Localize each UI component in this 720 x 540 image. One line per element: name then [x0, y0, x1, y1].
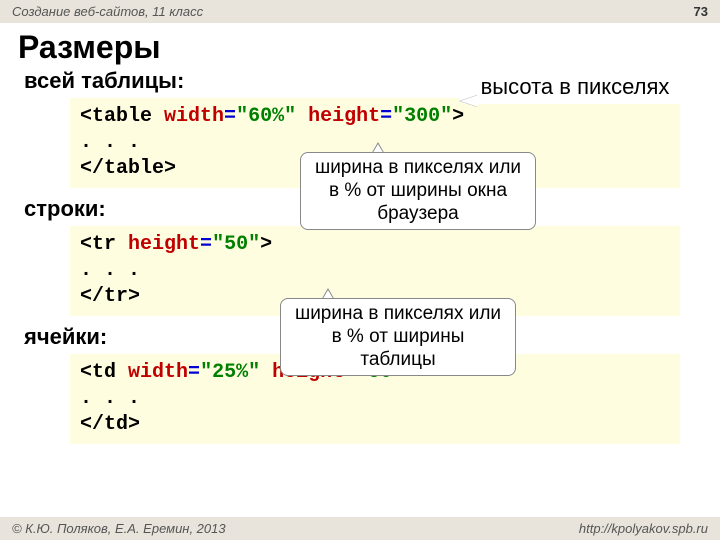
callout-width-browser: ширина в пикселях или в % от ширины окна…: [300, 152, 536, 230]
copyright: © К.Ю. Поляков, Е.А. Еремин, 2013: [12, 521, 226, 536]
footer-url: http://kpolyakov.spb.ru: [579, 521, 708, 536]
course-title: Создание веб-сайтов, 11 класс: [12, 4, 203, 19]
callout-width-table: ширина в пикселях или в % от ширины табл…: [280, 298, 516, 376]
page-number: 73: [694, 4, 708, 19]
callout-height: высота в пикселях: [458, 70, 692, 104]
callout-tail: [460, 95, 478, 107]
slide-title: Размеры: [18, 29, 720, 66]
slide-header: Создание веб-сайтов, 11 класс 73: [0, 0, 720, 23]
slide-footer: © К.Ю. Поляков, Е.А. Еремин, 2013 http:/…: [0, 517, 720, 540]
